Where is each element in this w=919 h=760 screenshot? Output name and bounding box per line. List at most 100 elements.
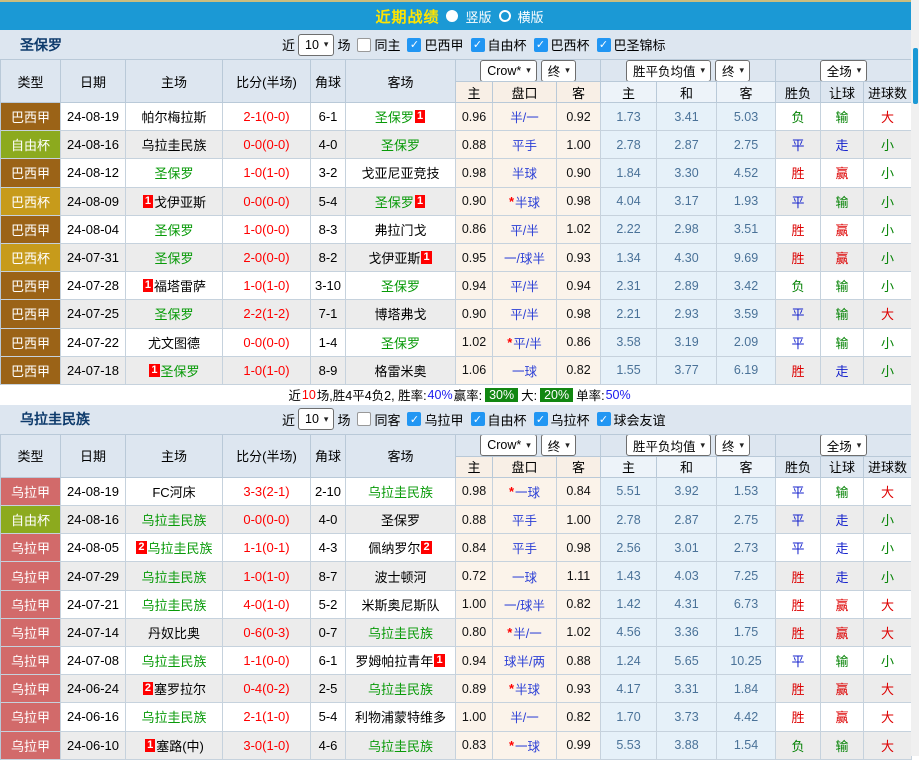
handicap-result-cell: 赢 — [821, 619, 864, 647]
league-filter-checkbox[interactable]: ✓ — [597, 38, 611, 52]
avg-away-odds-cell: 2.09 — [717, 329, 776, 357]
odds-state-select[interactable]: 终▾ — [541, 435, 576, 457]
avg-odds-value: 3.41 — [674, 110, 698, 124]
avg-away-odds-cell: 5.03 — [717, 103, 776, 131]
sub-column-header: 主 — [456, 82, 493, 103]
sub-column-header: 进球数 — [864, 457, 912, 478]
avg-draw-odds-cell: 3.31 — [657, 675, 717, 703]
avg-draw-odds-cell: 2.93 — [657, 300, 717, 328]
home-team-cell: 乌拉圭民族 — [126, 562, 223, 590]
match-scope-select[interactable]: 全场▾ — [820, 435, 868, 457]
avg-odds-select[interactable]: 胜平负均值▾ — [626, 60, 711, 82]
avg-odds-value: 10.25 — [730, 654, 761, 668]
date-cell: 24-07-31 — [61, 244, 126, 272]
team-name: 博塔弗戈 — [374, 304, 426, 323]
match-result-cell: 胜 — [776, 244, 821, 272]
table-header: 类型日期主场比分(半场)角球客场Crow*▾终▾胜平负均值▾终▾全场▾主盘口客主… — [0, 434, 919, 478]
match-result-cell: 胜 — [776, 216, 821, 244]
vertical-layout-radio[interactable] — [446, 10, 458, 22]
avg-state-select[interactable]: 终▾ — [715, 60, 750, 82]
same-venue-checkbox[interactable] — [357, 38, 371, 52]
chevron-down-icon: ▾ — [857, 65, 862, 76]
avg-odds-select[interactable]: 胜平负均值▾ — [626, 435, 711, 457]
away-team-cell: 博塔弗戈 — [346, 300, 456, 328]
score-cell: 1-0(1-0) — [223, 272, 311, 300]
home-team-cell: 1圣保罗 — [126, 357, 223, 385]
league-filter-checkbox[interactable]: ✓ — [407, 412, 421, 426]
match-count-select[interactable]: 10▾ — [298, 408, 334, 430]
handicap-result-cell: 赢 — [821, 216, 864, 244]
home-odds-cell: 1.06 — [456, 357, 493, 385]
avg-draw-odds-cell: 4.03 — [657, 562, 717, 590]
avg-odds-value: 3.59 — [734, 307, 758, 321]
score-cell: 2-0(0-0) — [223, 244, 311, 272]
away-team-cell: 佩纳罗尔2 — [346, 534, 456, 562]
odds-source-select[interactable]: Crow*▾ — [480, 435, 537, 457]
odds-state-select[interactable]: 终▾ — [541, 60, 576, 82]
match-result-cell: 胜 — [776, 562, 821, 590]
horizontal-layout-radio[interactable] — [499, 10, 511, 22]
score-text: 1-1(0-0) — [243, 653, 289, 668]
avg-away-odds-cell: 1.93 — [717, 188, 776, 216]
corner-cell: 6-1 — [311, 103, 346, 131]
avg-odds-value: 3.19 — [674, 335, 698, 349]
away-team-cell: 乌拉圭民族 — [346, 675, 456, 703]
away-team-cell: 乌拉圭民族 — [346, 478, 456, 506]
odds-source-select[interactable]: Crow*▾ — [480, 60, 537, 82]
league-filter-checkbox[interactable]: ✓ — [471, 38, 485, 52]
avg-odds-value: 3.17 — [674, 194, 698, 208]
away-team-cell: 戈亚尼亚竞技 — [346, 159, 456, 187]
score-text: 0-0(0-0) — [243, 512, 289, 527]
team-name: 乌拉圭民族 — [141, 510, 206, 529]
avg-home-odds-cell: 2.31 — [601, 272, 657, 300]
summary-segment: 10 — [302, 388, 316, 402]
league-type-cell: 乌拉甲 — [1, 534, 61, 562]
away-odds-cell: 0.84 — [557, 478, 601, 506]
avg-away-odds-cell: 1.75 — [717, 619, 776, 647]
date-cell: 24-07-18 — [61, 357, 126, 385]
avg-odds-value: 5.03 — [734, 110, 758, 124]
handicap-text: 一球 — [515, 736, 540, 755]
league-filter-checkbox[interactable]: ✓ — [597, 412, 611, 426]
handicap-result-cell: 走 — [821, 562, 864, 590]
home-team-cell: 帕尔梅拉斯 — [126, 103, 223, 131]
avg-away-odds-cell: 4.52 — [717, 159, 776, 187]
league-filter-checkbox[interactable]: ✓ — [407, 38, 421, 52]
chevron-down-icon: ▾ — [740, 440, 745, 451]
chevron-down-icon: ▾ — [565, 440, 570, 451]
match-scope-select[interactable]: 全场▾ — [820, 60, 868, 82]
league-filter-checkbox[interactable]: ✓ — [534, 38, 548, 52]
avg-state-select[interactable]: 终▾ — [715, 435, 750, 457]
avg-odds-value: 5.51 — [616, 484, 640, 498]
score-text: 2-1(0-0) — [243, 109, 289, 124]
avg-odds-value: 1.73 — [616, 110, 640, 124]
avg-home-odds-cell: 1.70 — [601, 703, 657, 731]
league-filter-checkbox[interactable]: ✓ — [534, 412, 548, 426]
sub-column-header: 进球数 — [864, 82, 912, 103]
date-cell: 24-06-16 — [61, 703, 126, 731]
score-text: 0-4(0-2) — [243, 681, 289, 696]
home-team-cell: 乌拉圭民族 — [126, 647, 223, 675]
handicap-text: 平/半 — [510, 276, 538, 295]
avg-odds-value: 3.31 — [674, 682, 698, 696]
date-cell: 24-08-05 — [61, 534, 126, 562]
home-odds-cell: 0.90 — [456, 188, 493, 216]
avg-odds-value: 1.34 — [616, 251, 640, 265]
goals-over-under-cell: 小 — [864, 131, 912, 159]
same-venue-checkbox[interactable] — [357, 412, 371, 426]
select-value: Crow* — [487, 438, 521, 452]
home-odds-cell: 1.00 — [456, 591, 493, 619]
summary-segment: 近 — [288, 385, 301, 404]
corner-cell: 4-0 — [311, 131, 346, 159]
date-cell: 24-07-25 — [61, 300, 126, 328]
scrollbar-thumb[interactable] — [913, 48, 918, 104]
handicap-cell: *一球 — [493, 478, 557, 506]
team-name: 乌拉圭民族 — [141, 707, 206, 726]
vertical-layout-label[interactable]: 竖版 — [465, 7, 491, 26]
league-filter-checkbox[interactable]: ✓ — [471, 412, 485, 426]
avg-odds-value: 3.36 — [674, 625, 698, 639]
avg-odds-value: 4.42 — [734, 710, 758, 724]
avg-draw-odds-cell: 3.77 — [657, 357, 717, 385]
match-count-select[interactable]: 10▾ — [298, 34, 334, 56]
horizontal-layout-label[interactable]: 横版 — [518, 7, 544, 26]
